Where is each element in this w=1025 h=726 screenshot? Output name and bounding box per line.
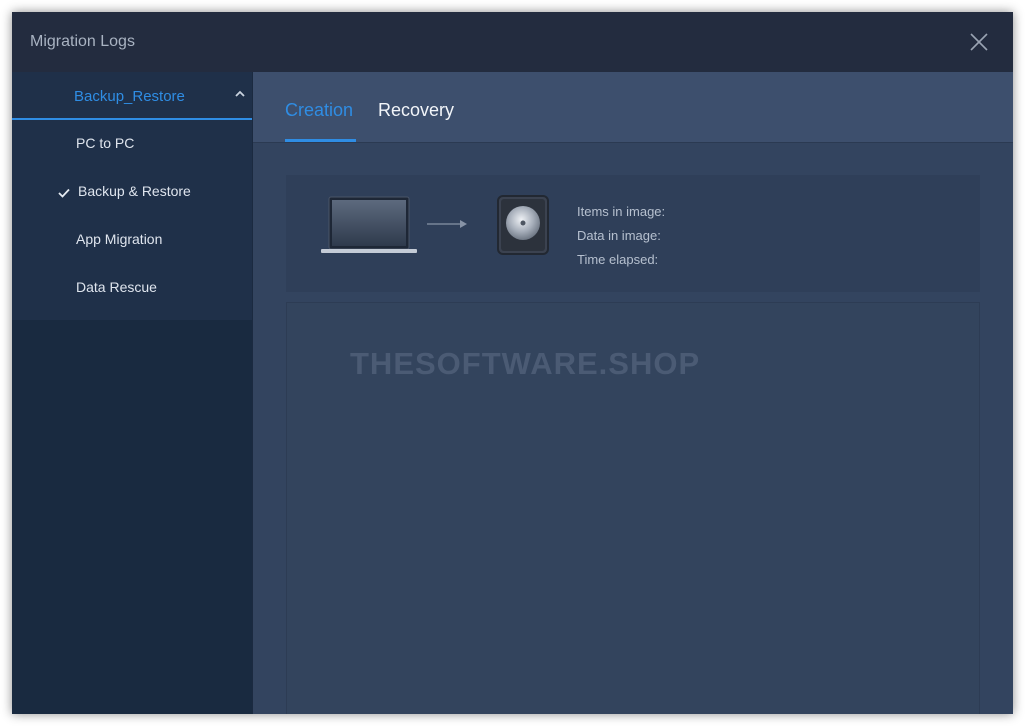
watermark: THESOFTWARE.SHOP (350, 346, 701, 381)
image-info-panel: Items in image: Data in image: Time elap… (286, 175, 980, 292)
sidebar-item-label: Data Rescue (76, 279, 157, 295)
arrow-right-icon (427, 220, 467, 228)
active-tab-indicator (285, 139, 356, 142)
tab-recovery[interactable]: Recovery (378, 100, 454, 121)
window-title: Migration Logs (30, 33, 135, 50)
sidebar-item-label: Backup & Restore (78, 183, 191, 199)
items-in-image-label: Items in image: (577, 204, 666, 219)
checkmark-icon (58, 188, 70, 198)
log-panel[interactable]: THESOFTWARE.SHOP (286, 302, 980, 714)
close-button[interactable] (966, 30, 992, 54)
sidebar-item-pc-to-pc[interactable]: PC to PC (12, 124, 252, 164)
disk-image-icon (497, 195, 549, 255)
chevron-up-icon (235, 90, 245, 97)
sidebar: Backup_Restore PC to PC Backup & Restore… (12, 72, 252, 714)
main-content: Creation Recovery Items in image: Data i… (253, 72, 1013, 714)
data-in-image-label: Data in image: (577, 228, 661, 243)
tab-bar: Creation Recovery (253, 72, 1013, 143)
sidebar-item-data-rescue[interactable]: Data Rescue (12, 268, 252, 308)
sidebar-group-label: Backup_Restore (74, 88, 185, 105)
laptop-icon (321, 196, 417, 253)
title-bar: Migration Logs (12, 12, 1013, 72)
sidebar-group-backup-restore: Backup_Restore PC to PC Backup & Restore… (12, 72, 252, 320)
sidebar-item-label: PC to PC (76, 135, 135, 151)
sidebar-item-app-migration[interactable]: App Migration (12, 220, 252, 260)
sidebar-item-backup-restore[interactable]: Backup & Restore (12, 172, 252, 212)
close-icon (970, 33, 988, 51)
migration-logs-window: Migration Logs Backup_Restore PC to PC B… (12, 12, 1013, 714)
sidebar-item-label: App Migration (76, 231, 163, 247)
tab-creation[interactable]: Creation (285, 100, 353, 121)
time-elapsed-label: Time elapsed: (577, 252, 659, 267)
sidebar-group-header[interactable]: Backup_Restore (12, 72, 252, 120)
